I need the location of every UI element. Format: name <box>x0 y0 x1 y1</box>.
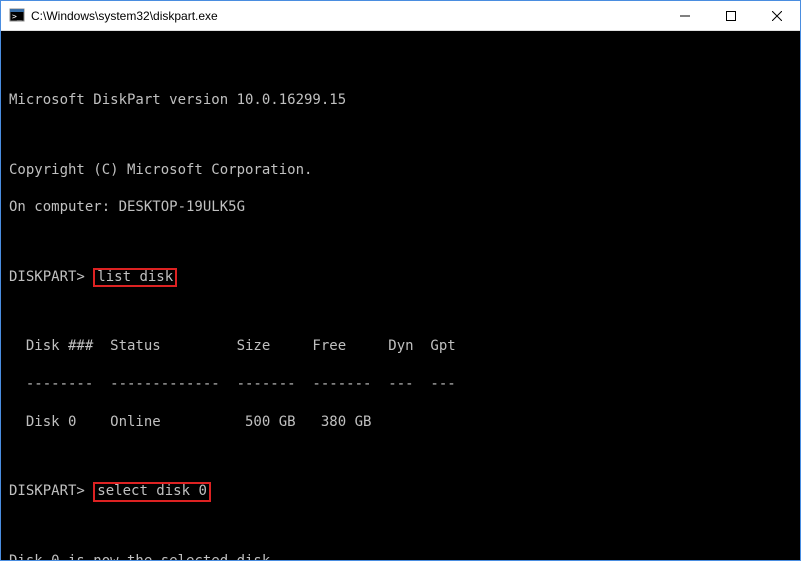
terminal-output[interactable]: Microsoft DiskPart version 10.0.16299.15… <box>1 31 800 560</box>
window-controls <box>662 1 800 30</box>
disk-table-row-0: Disk 0 Online 500 GB 380 GB <box>9 413 792 432</box>
svg-text:>_: >_ <box>12 12 22 21</box>
app-icon: >_ <box>9 8 25 24</box>
titlebar[interactable]: >_ C:\Windows\system32\diskpart.exe <box>1 1 800 31</box>
cmd-select-disk: select disk 0 <box>93 482 211 501</box>
window-title: C:\Windows\system32\diskpart.exe <box>31 9 662 23</box>
copyright-line: Copyright (C) Microsoft Corporation. <box>9 161 792 180</box>
diskpart-window: >_ C:\Windows\system32\diskpart.exe Micr… <box>0 0 801 561</box>
version-line: Microsoft DiskPart version 10.0.16299.15 <box>9 91 792 110</box>
prompt-line-2: DISKPART> select disk 0 <box>9 482 792 501</box>
close-button[interactable] <box>754 1 800 30</box>
minimize-button[interactable] <box>662 1 708 30</box>
cmd-list-disk: list disk <box>93 268 177 287</box>
disk-table-divider: -------- ------------- ------- ------- -… <box>9 375 792 394</box>
response-select-disk: Disk 0 is now the selected disk. <box>9 552 792 560</box>
prompt-line-1: DISKPART> list disk <box>9 268 792 287</box>
maximize-button[interactable] <box>708 1 754 30</box>
prompt-label: DISKPART> <box>9 483 85 499</box>
computer-line: On computer: DESKTOP-19ULK5G <box>9 198 792 217</box>
disk-table-header: Disk ### Status Size Free Dyn Gpt <box>9 337 792 356</box>
prompt-label: DISKPART> <box>9 269 85 285</box>
